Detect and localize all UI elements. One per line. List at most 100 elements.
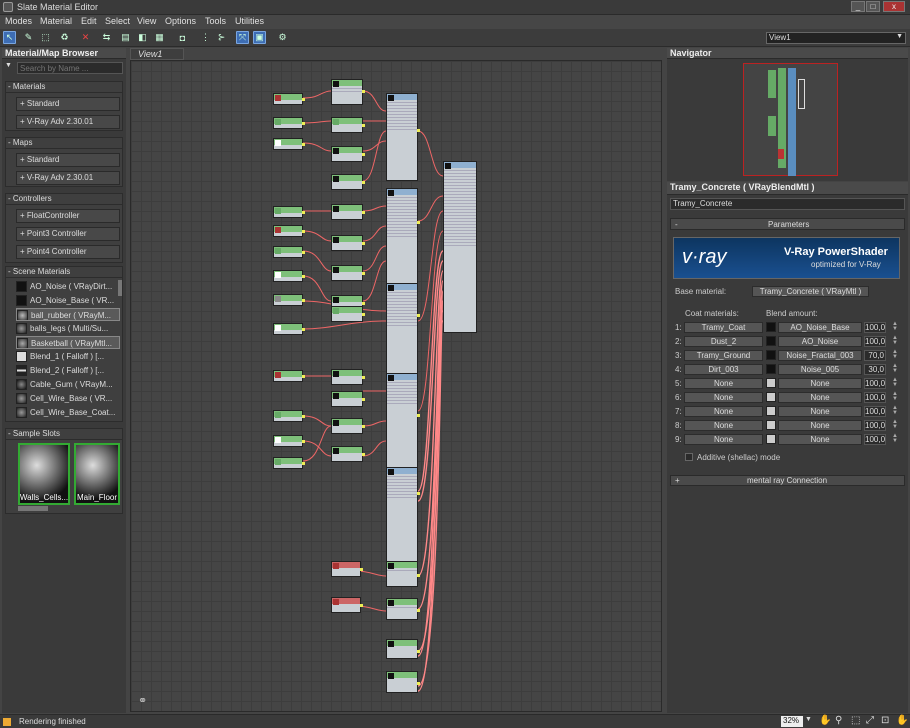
layout-vertical-icon[interactable]: ⋮ [199,31,212,44]
show-map-icon[interactable]: ◧ [136,31,149,44]
menu-select[interactable]: Select [105,16,130,26]
coat-material-button[interactable]: None [684,420,763,431]
blend-map-button[interactable]: None [778,406,862,417]
binoculars-icon[interactable]: ⚭ [138,694,147,707]
map-node[interactable] [273,206,305,218]
coat-material-button[interactable]: Tramy_Coat [684,322,763,333]
map-node[interactable] [331,418,365,434]
list-item[interactable]: Cell_Wire_Base_Coat... [16,406,120,419]
point3-controller[interactable]: + Point3 Controller [16,227,120,241]
search-input[interactable] [17,62,123,74]
spinner-icon[interactable]: ▲ ▼ [892,433,898,445]
map-node[interactable] [273,246,305,258]
group-scene-header[interactable]: - Scene Materials [6,267,122,278]
blend-map-button[interactable]: None [778,378,862,389]
coat-enable-swatch[interactable] [766,420,776,430]
move-children-icon[interactable]: ⇆ [100,31,113,44]
group-maps-header[interactable]: - Maps [6,138,122,149]
list-item[interactable]: Cell_Wire_Base ( VR... [16,392,120,405]
zoom-region-icon[interactable]: ⬚ [851,715,860,726]
mental-ray-rollout[interactable]: + mental ray Connection [670,475,905,486]
layout-horizontal-icon[interactable]: ⊱ [215,31,228,44]
blend-amount-field[interactable]: 70,0 [864,350,886,361]
parameters-rollout[interactable]: - Parameters [670,218,905,230]
material-name-field[interactable]: Tramy_Concrete [670,198,905,210]
show-end-result-icon[interactable]: ◘ [176,31,189,44]
map-node[interactable] [273,370,305,382]
coat-material-button[interactable]: None [684,406,763,417]
material-node[interactable] [386,467,420,562]
material-node[interactable] [386,373,420,469]
list-item[interactable]: balls_legs ( Multi/Su... [16,322,120,335]
map-node[interactable] [331,174,365,190]
pan-hand-icon[interactable]: ✋ [819,715,831,726]
zoom-dropdown-icon[interactable]: ▼ [805,716,812,723]
group-controllers-header[interactable]: - Controllers [6,194,122,205]
close-button[interactable]: x [883,1,905,12]
layout-children-icon[interactable]: ⤧ [236,31,249,44]
list-item[interactable]: AO_Noise ( VRayDirt... [16,280,120,293]
hide-unused-icon[interactable]: ▤ [119,31,132,44]
navigator-viewport[interactable] [743,63,838,176]
menu-utilities[interactable]: Utilities [235,16,264,26]
view-select[interactable]: View1 ▼ [766,32,906,44]
blend-material-node[interactable] [443,161,477,333]
coat-material-button[interactable]: Dirt_003 [684,364,763,375]
material-node[interactable] [386,639,420,659]
blend-amount-field[interactable]: 100,0 [864,322,886,333]
map-node[interactable] [273,270,305,282]
zoom-extents-icon[interactable]: ⤢ [866,715,874,726]
list-item[interactable]: ball_rubber ( VRayM... [16,308,120,321]
map-node[interactable] [273,117,305,129]
map-node[interactable] [273,225,305,237]
menu-view[interactable]: View [137,16,156,26]
coat-enable-swatch[interactable] [766,322,776,332]
menu-options[interactable]: Options [165,16,196,26]
map-node[interactable] [331,79,365,105]
material-node[interactable] [386,598,420,620]
map-node[interactable] [331,235,365,251]
map-node[interactable] [273,457,305,469]
coat-enable-swatch[interactable] [766,364,776,374]
blend-amount-field[interactable]: 30,0 [864,364,886,375]
material-node[interactable] [386,561,420,587]
blend-map-button[interactable]: AO_Noise [778,336,862,347]
base-material-button[interactable]: Tramy_Concrete ( VRayMtl ) [752,286,869,297]
list-item[interactable]: Blend_2 ( Falloff ) [... [16,364,120,377]
map-node[interactable] [331,446,365,462]
map-node[interactable] [273,435,305,447]
blend-map-button[interactable]: None [778,434,862,445]
map-node[interactable] [331,117,365,133]
spinner-icon[interactable]: ▲ ▼ [892,335,898,347]
map-node[interactable] [331,306,365,322]
materials-vray[interactable]: + V-Ray Adv 2.30.01 [16,115,120,129]
zoom-icon[interactable]: ⚲ [835,715,842,726]
map-node[interactable] [331,265,365,281]
map-node[interactable] [331,597,363,613]
select-tool-icon[interactable]: ↖ [3,31,16,44]
coat-material-button[interactable]: None [684,392,763,403]
blend-map-button[interactable]: None [778,420,862,431]
blend-amount-field[interactable]: 100,0 [864,434,886,445]
group-materials-header[interactable]: - Materials [6,82,122,93]
list-item[interactable]: AO_Noise_Base ( VR... [16,294,120,307]
coat-enable-swatch[interactable] [766,336,776,346]
coat-enable-swatch[interactable] [766,406,776,416]
map-node[interactable] [331,391,365,407]
maps-standard[interactable]: + Standard [16,153,120,167]
node-view-canvas[interactable]: ⚭ [130,60,662,712]
menu-modes[interactable]: Modes [5,16,32,26]
pick-material-icon[interactable]: ✎ [22,31,35,44]
coat-enable-swatch[interactable] [766,434,776,444]
list-item[interactable]: Cable_Gum ( VRayM... [16,378,120,391]
blend-map-button[interactable]: Noise_Fractal_003 [778,350,862,361]
browser-options-icon[interactable]: ▼ [5,62,13,73]
blend-map-button[interactable]: AO_Noise_Base [778,322,862,333]
pan-to-selected-icon[interactable]: ✋ [896,715,908,726]
maps-vray[interactable]: + V-Ray Adv 2.30.01 [16,171,120,185]
background-icon[interactable]: ▦ [153,31,166,44]
put-to-library-icon[interactable]: ♻ [58,31,71,44]
spinner-icon[interactable]: ▲ ▼ [892,349,898,361]
coat-material-button[interactable]: None [684,378,763,389]
menu-edit[interactable]: Edit [81,16,97,26]
